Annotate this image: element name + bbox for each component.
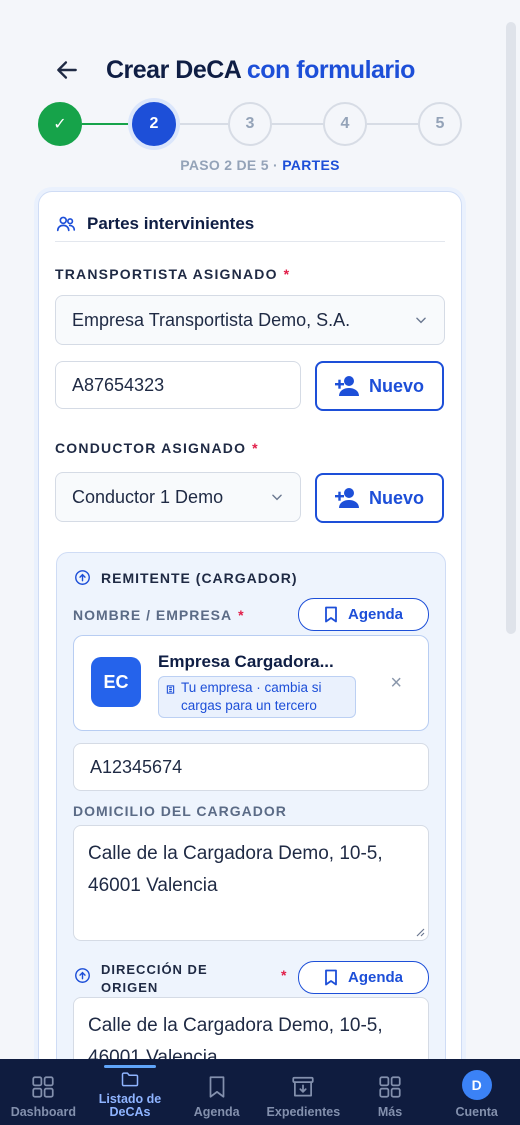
check-icon: ✓ [53, 116, 67, 133]
origin-label-text: DIRECCIÓN DE ORIGEN [101, 962, 208, 995]
step-1[interactable]: ✓ [38, 102, 82, 146]
nav-dashboard[interactable]: Dashboard [0, 1059, 87, 1125]
step-connector [367, 123, 418, 125]
own-company-badge: Tu empresa · cambia si cargas para un te… [158, 676, 356, 718]
add-user-icon [334, 376, 359, 396]
page-title-accent: con formulario [246, 55, 416, 84]
driver-select[interactable]: Conductor 1 Demo [55, 472, 301, 522]
own-company-badge-text: Tu empresa · cambia si cargas para un te… [181, 680, 322, 713]
bookmark-icon [209, 1076, 225, 1098]
page-title: Crear DeCA con formulario [106, 56, 415, 85]
required-mark: * [238, 607, 245, 623]
shipper-agenda-label: Agenda [347, 606, 403, 623]
nav-mas[interactable]: Más [347, 1059, 434, 1125]
bottom-nav: Dashboard Listado de DeCAs Agenda Expedi… [0, 1059, 520, 1125]
shipper-tax-id-field[interactable]: A12345674 [73, 743, 429, 791]
add-user-icon [334, 488, 359, 508]
bookmark-icon [325, 606, 337, 623]
grid-icon [32, 1076, 54, 1098]
new-carrier-label: Nuevo [368, 375, 424, 396]
card-title: Partes intervinientes [87, 213, 255, 233]
page-header: Crear DeCA con formulario [52, 52, 480, 88]
shipper-address-value: Calle de la Cargadora Demo, 10-5, 46001 … [88, 843, 383, 896]
step-3[interactable]: 3 [228, 102, 272, 146]
nav-agenda-label: Agenda [193, 1105, 240, 1119]
driver-selected-value: Conductor 1 Demo [72, 486, 224, 507]
carrier-select[interactable]: Empresa Transportista Demo, S.A. [55, 295, 445, 345]
close-icon[interactable]: × [390, 672, 402, 695]
shipper-section-title-text: REMITENTE (CARGADOR) [101, 569, 298, 586]
page-title-main: Crear DeCA [106, 55, 241, 84]
step-caption-section: PARTES [282, 157, 340, 173]
origin-agenda-label: Agenda [347, 969, 403, 986]
arrow-up-circle-icon [75, 968, 90, 983]
carrier-tax-id-value: A87654323 [72, 374, 165, 395]
nav-dashboard-label: Dashboard [10, 1105, 76, 1119]
selected-company-card[interactable]: EC Empresa Cargadora... Tu empresa · cam… [73, 635, 429, 731]
required-mark: * [252, 440, 259, 456]
required-mark: * [281, 967, 287, 983]
back-button[interactable] [52, 55, 82, 85]
shipper-agenda-button[interactable]: Agenda [298, 598, 429, 631]
shipper-panel: REMITENTE (CARGADOR) NOMBRE / EMPRESA * A… [56, 552, 446, 1113]
users-icon [56, 216, 76, 231]
driver-label-text: CONDUCTOR ASIGNADO [55, 440, 247, 456]
shipper-name-label-text: NOMBRE / EMPRESA [73, 607, 233, 623]
nav-listado-decas[interactable]: Listado de DeCAs [87, 1059, 174, 1125]
active-indicator [104, 1065, 156, 1068]
step-4[interactable]: 4 [323, 102, 367, 146]
archive-download-icon [292, 1076, 314, 1097]
shipper-name-label: NOMBRE / EMPRESA * [73, 607, 245, 623]
building-icon [166, 685, 175, 694]
arrow-left-icon [57, 61, 77, 79]
nav-expedientes[interactable]: Expedientes [260, 1059, 347, 1125]
nav-cuenta[interactable]: D Cuenta [433, 1059, 520, 1125]
step-connector [82, 123, 132, 125]
step-5[interactable]: 5 [418, 102, 462, 146]
folder-icon [121, 1072, 139, 1087]
resize-handle-icon[interactable] [415, 927, 425, 937]
step-2[interactable]: 2 [132, 102, 176, 146]
carrier-tax-id-field[interactable]: A87654323 [55, 361, 301, 409]
nav-expedientes-label: Expedientes [266, 1105, 341, 1119]
shipper-tax-id-value: A12345674 [90, 756, 183, 777]
origin-label: DIRECCIÓN DE ORIGEN [74, 961, 284, 997]
chevron-down-icon [416, 317, 426, 324]
required-mark: * [283, 266, 291, 282]
scrollbar[interactable] [506, 22, 516, 634]
nav-listado-decas-label: Listado de DeCAs [98, 1092, 162, 1119]
carrier-selected-value: Empresa Transportista Demo, S.A. [72, 309, 351, 330]
chevron-down-icon [272, 494, 282, 501]
driver-label: CONDUCTOR ASIGNADO * [55, 440, 259, 456]
parties-card: Partes intervinientes TRANSPORTISTA ASIG… [38, 191, 462, 1113]
arrow-up-circle-icon [75, 570, 90, 585]
stepper: ✓ 2 3 4 5 [38, 102, 462, 146]
shipper-address-label: DOMICILIO DEL CARGADOR [73, 803, 287, 819]
carrier-label-text: TRANSPORTISTA ASIGNADO [55, 266, 278, 282]
step-connector [272, 123, 323, 125]
shipper-section-title: REMITENTE (CARGADOR) [74, 569, 298, 586]
company-avatar: EC [91, 657, 141, 707]
new-driver-button[interactable]: Nuevo [315, 473, 444, 523]
origin-agenda-button[interactable]: Agenda [298, 961, 429, 994]
company-name: Empresa Cargadora... [158, 652, 334, 671]
new-driver-label: Nuevo [368, 487, 424, 508]
step-connector [176, 123, 228, 125]
account-avatar: D [461, 1070, 492, 1100]
new-carrier-button[interactable]: Nuevo [315, 361, 444, 411]
nav-mas-label: Más [377, 1105, 403, 1119]
card-header: Partes intervinientes [55, 206, 445, 242]
carrier-label: TRANSPORTISTA ASIGNADO * [55, 266, 290, 282]
step-caption-prefix: PASO 2 DE 5 · [180, 157, 278, 173]
nav-agenda[interactable]: Agenda [173, 1059, 260, 1125]
step-caption: PASO 2 DE 5 · PARTES [0, 157, 520, 173]
bookmark-icon [325, 969, 337, 986]
nav-cuenta-label: Cuenta [455, 1105, 498, 1119]
grid-icon [379, 1076, 401, 1098]
shipper-address-field[interactable]: Calle de la Cargadora Demo, 10-5, 46001 … [73, 825, 429, 941]
